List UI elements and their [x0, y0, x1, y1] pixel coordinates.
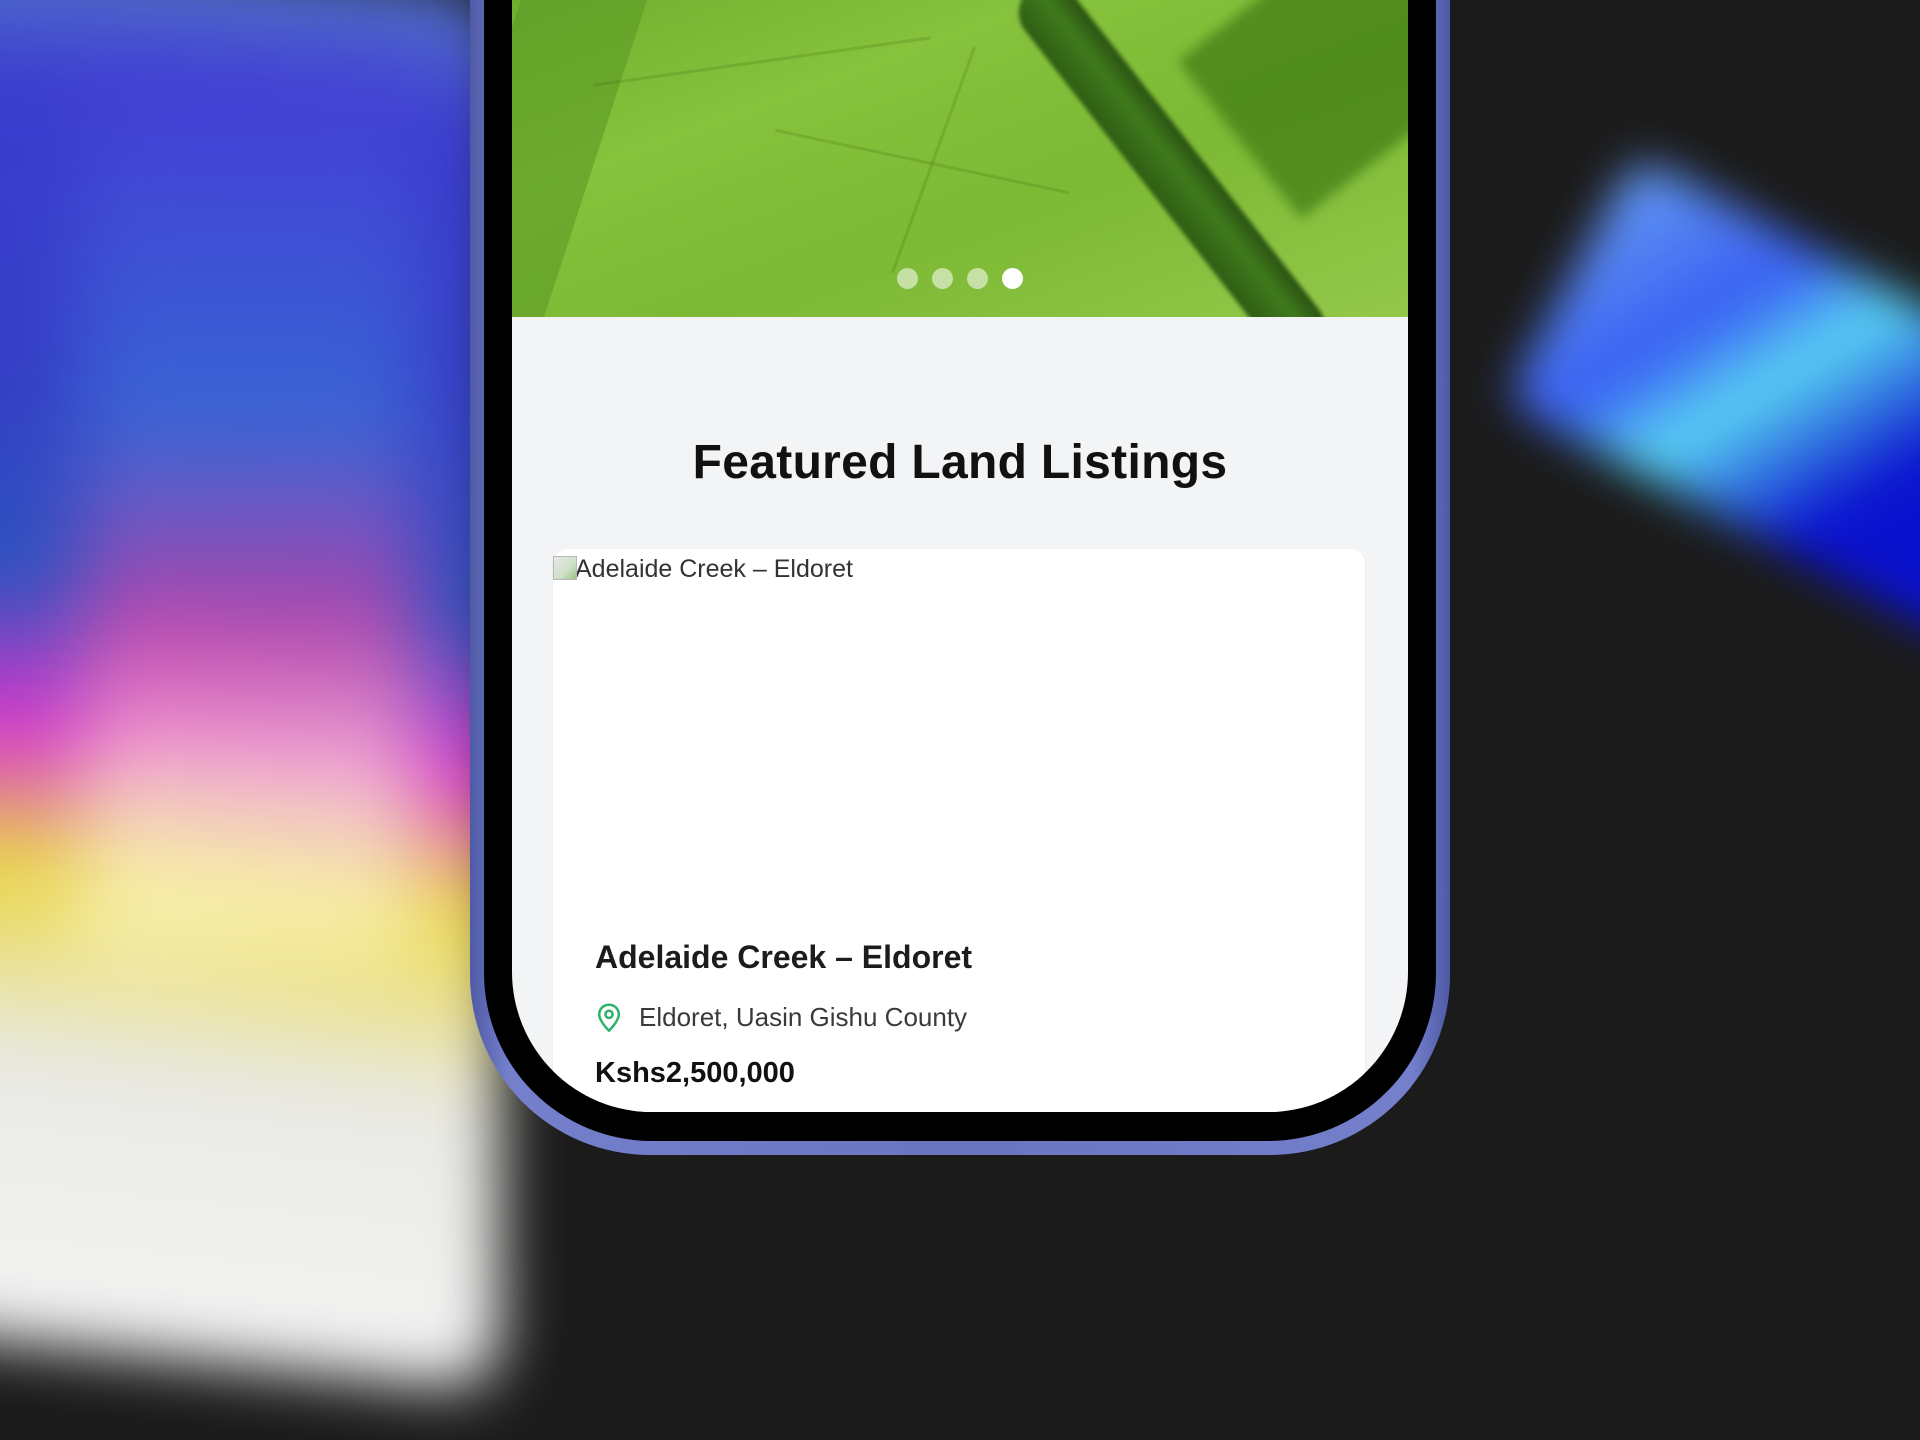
listing-price: Kshs2,500,000: [595, 1057, 795, 1089]
carousel-dots: [512, 268, 1408, 289]
background-blur-left-accent: [80, 60, 420, 960]
broken-image-icon: [553, 556, 577, 580]
listing-image[interactable]: Adelaide Creek – Eldoret: [553, 549, 1365, 915]
carousel-dot-active[interactable]: [1002, 268, 1023, 289]
listing-card[interactable]: Adelaide Creek – Eldoret Adelaide Creek …: [553, 549, 1365, 1112]
background-blur-right: [1504, 154, 1920, 646]
hero-field-line: [891, 46, 976, 274]
carousel-dot[interactable]: [967, 268, 988, 289]
hero-field-line: [593, 36, 931, 87]
hero-carousel[interactable]: [512, 0, 1408, 317]
listing-image-alt: Adelaide Creek – Eldoret: [575, 555, 853, 583]
listing-title[interactable]: Adelaide Creek – Eldoret: [595, 939, 1365, 976]
map-pin-icon: [597, 1002, 621, 1032]
listing-body: Adelaide Creek – Eldoret Eldoret, Uasin …: [553, 939, 1365, 1090]
listing-location: Eldoret, Uasin Gishu County: [639, 1002, 968, 1032]
phone-screen: Featured Land Listings Adelaide Creek – …: [512, 0, 1408, 1112]
listing-location-row: Eldoret, Uasin Gishu County: [595, 1002, 1365, 1033]
carousel-dot[interactable]: [897, 268, 918, 289]
section-title: Featured Land Listings: [692, 436, 1228, 489]
carousel-dot[interactable]: [932, 268, 953, 289]
